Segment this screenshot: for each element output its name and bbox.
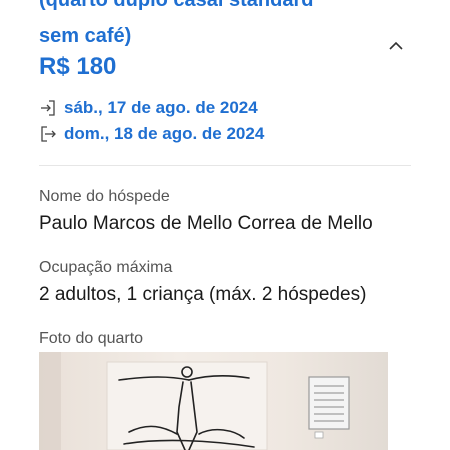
checkin-row: sáb., 17 de ago. de 2024 xyxy=(39,97,258,119)
checkout-date: dom., 18 de ago. de 2024 xyxy=(64,124,265,143)
room-photo-image xyxy=(39,352,350,450)
max-occupancy-label: Ocupação máxima xyxy=(39,259,173,276)
room-photo[interactable] xyxy=(39,352,388,450)
guest-name-label: Nome do hóspede xyxy=(39,188,170,205)
checkin-arrow-icon xyxy=(41,100,55,116)
guest-name-value: Paulo Marcos de Mello Correa de Mello xyxy=(39,213,373,234)
room-price: R$ 180 xyxy=(39,53,117,80)
room-title-line1: (quarto duplo casal standard xyxy=(39,0,314,11)
checkout-arrow-icon xyxy=(41,126,56,142)
max-occupancy-value: 2 adultos, 1 criança (máx. 2 hóspedes) xyxy=(39,284,367,305)
chevron-up-icon[interactable] xyxy=(388,38,404,54)
room-title-line2: sem café) xyxy=(39,25,132,47)
room-photo-label: Foto do quarto xyxy=(39,330,144,347)
section-divider xyxy=(39,165,411,166)
checkout-row: dom., 18 de ago. de 2024 xyxy=(39,123,264,145)
checkin-date: sáb., 17 de ago. de 2024 xyxy=(64,98,258,117)
